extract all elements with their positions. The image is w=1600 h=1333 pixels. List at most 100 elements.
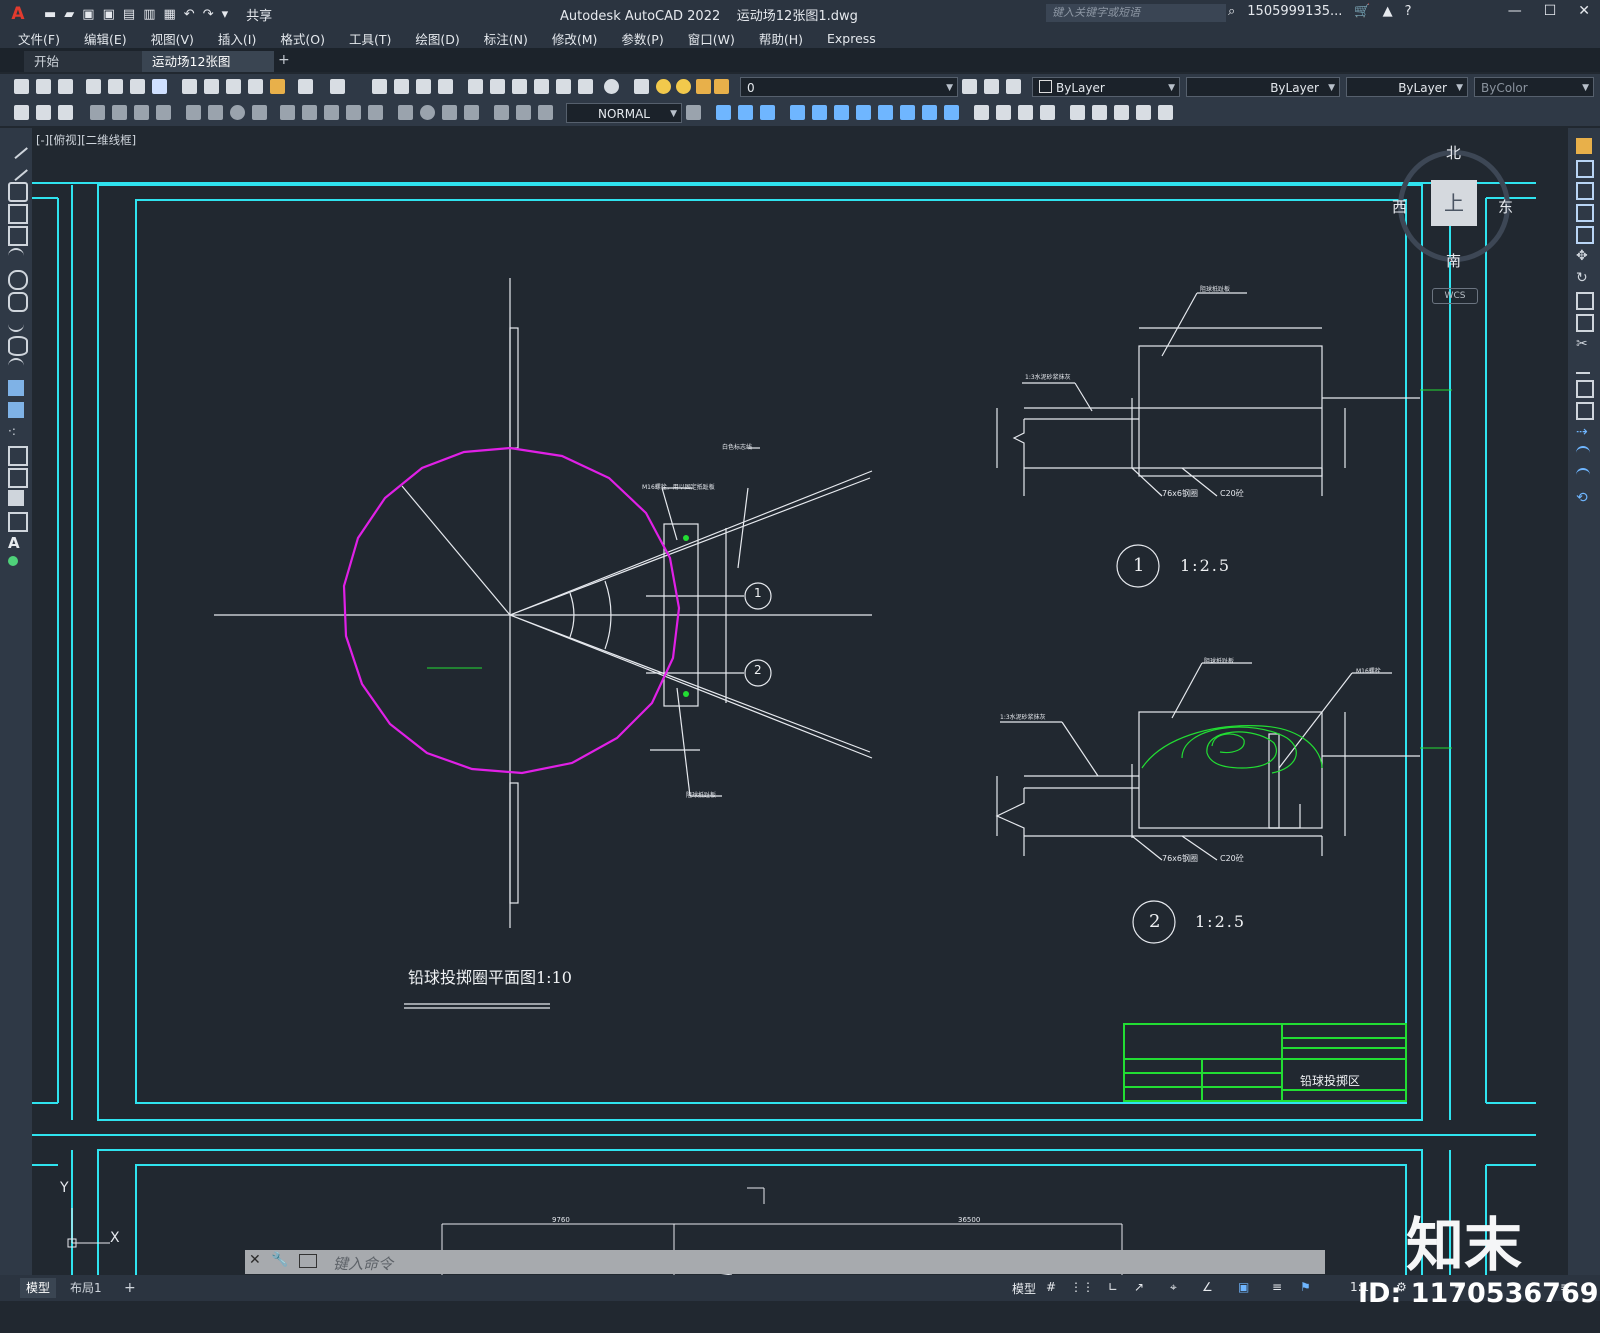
rotate-icon[interactable]: ↻: [1576, 270, 1588, 286]
sheet-set-icon[interactable]: [534, 79, 549, 94]
zoom-window-icon[interactable]: [416, 79, 431, 94]
layer-state-icon[interactable]: [1006, 79, 1021, 94]
dim-linear-icon[interactable]: [14, 105, 29, 120]
select-cycle-icon[interactable]: ▣: [1238, 1280, 1249, 1294]
menu-file[interactable]: 文件(F): [18, 29, 60, 48]
erase-icon[interactable]: [1576, 138, 1592, 154]
trim-icon[interactable]: ✂: [1576, 336, 1588, 352]
snap-icon[interactable]: ⋮⋮: [1070, 1280, 1094, 1294]
ellipse-arc-icon[interactable]: [8, 358, 24, 376]
lightbulb-icon[interactable]: [656, 79, 671, 94]
menu-modify[interactable]: 修改(M): [552, 29, 598, 48]
dim-jogged-icon[interactable]: [252, 105, 267, 120]
single-text-icon[interactable]: [538, 105, 553, 120]
osnap-icon[interactable]: ⌖: [1170, 1280, 1177, 1295]
hatch-icon[interactable]: [8, 446, 28, 466]
scale-icon[interactable]: [1576, 292, 1594, 310]
move-icon[interactable]: ✥: [1576, 248, 1588, 264]
linetype-dropdown[interactable]: ByLayer ▼: [1186, 77, 1340, 97]
dim-center-icon[interactable]: [230, 105, 245, 120]
iso-ne-icon[interactable]: [900, 105, 915, 120]
autocad-logo-icon[interactable]: A: [6, 3, 30, 25]
array-icon[interactable]: [1576, 226, 1594, 244]
open-icon[interactable]: [36, 79, 51, 94]
dim-style-icon[interactable]: [464, 105, 479, 120]
command-input[interactable]: 键入命令: [333, 1253, 393, 1274]
dim-angular-icon[interactable]: [186, 105, 201, 120]
make-current-layer-icon[interactable]: [962, 79, 977, 94]
region-icon[interactable]: [8, 490, 24, 506]
autodesk-icon[interactable]: ▲: [1383, 4, 1393, 19]
menu-draw[interactable]: 绘图(D): [415, 29, 459, 48]
cart-icon[interactable]: 🛒: [1354, 4, 1370, 19]
polygon-icon[interactable]: [8, 204, 28, 224]
ucs-face-icon[interactable]: [1040, 105, 1055, 120]
lineweight-dropdown[interactable]: ByLayer ▼: [1346, 77, 1468, 97]
layer-dropdown[interactable]: 0 ▼: [740, 77, 958, 97]
make-block-icon[interactable]: [8, 402, 24, 418]
menu-dimension[interactable]: 标注(N): [484, 29, 528, 48]
open-icon[interactable]: ▰: [64, 7, 74, 22]
arc-icon[interactable]: [8, 248, 24, 266]
text-style-icon[interactable]: [494, 105, 509, 120]
plotstyle-dropdown[interactable]: ByColor ▼: [1474, 77, 1594, 97]
help-icon[interactable]: [604, 79, 619, 94]
ucs-previous-icon[interactable]: [1018, 105, 1033, 120]
user-account[interactable]: 1505999135...: [1247, 4, 1342, 19]
iso-sw-icon[interactable]: [856, 105, 871, 120]
properties-icon[interactable]: [468, 79, 483, 94]
ucs-world-icon[interactable]: [996, 105, 1011, 120]
iso-se-icon[interactable]: [878, 105, 893, 120]
dim-ordinate-icon[interactable]: [134, 105, 149, 120]
layout-tab[interactable]: 布局1: [64, 1278, 108, 1298]
search-icon[interactable]: ⌕: [1228, 4, 1235, 19]
dim-text-edit-icon[interactable]: [420, 105, 435, 120]
extend-icon[interactable]: [1576, 358, 1590, 374]
minimize-button[interactable]: —: [1508, 3, 1522, 19]
copy-object-icon[interactable]: [1576, 160, 1594, 178]
point-icon[interactable]: ·:: [8, 424, 24, 440]
layer-properties-icon[interactable]: [634, 79, 649, 94]
drawing-canvas[interactable]: [-][俯视][二维线框] 铅球投掷圈平面图1:10 1 1:2.5 2 1:2…: [32, 128, 1568, 1275]
new-icon[interactable]: [14, 79, 29, 94]
polar-icon[interactable]: ↗: [1134, 1280, 1144, 1294]
save-as-icon[interactable]: ▣: [103, 7, 115, 22]
dim-break-icon[interactable]: [324, 105, 339, 120]
tool-palettes-icon[interactable]: [512, 79, 527, 94]
ucs-origin-icon[interactable]: [1114, 105, 1129, 120]
viewcube-west[interactable]: 西: [1392, 196, 1407, 217]
paste-icon[interactable]: [226, 79, 241, 94]
zoom-realtime-icon[interactable]: [394, 79, 409, 94]
dim-baseline-icon[interactable]: [90, 105, 105, 120]
spline-icon[interactable]: [8, 314, 24, 332]
viewcube-north[interactable]: 北: [1446, 142, 1461, 163]
dim-radius-icon[interactable]: [156, 105, 171, 120]
insert-block-icon[interactable]: [8, 380, 24, 396]
add-selected-icon[interactable]: [8, 556, 18, 566]
command-history-icon[interactable]: [299, 1254, 317, 1268]
camera-icon[interactable]: [944, 105, 959, 120]
dim-update-icon[interactable]: [442, 105, 457, 120]
freeze-icon[interactable]: [696, 79, 711, 94]
blend-icon[interactable]: [1576, 468, 1590, 484]
model-space-button[interactable]: 模型: [1012, 1280, 1036, 1297]
tab-document[interactable]: 运动场12张图1*×: [142, 51, 274, 90]
dim-aligned-icon[interactable]: [36, 105, 51, 120]
close-button[interactable]: ✕: [1578, 3, 1590, 19]
plot-icon[interactable]: [86, 79, 101, 94]
view-top-icon[interactable]: [716, 105, 731, 120]
undo-icon[interactable]: [298, 79, 313, 94]
lineweight-icon[interactable]: ≡: [1272, 1280, 1282, 1294]
undo-icon[interactable]: ↶: [184, 7, 195, 22]
dim-edit-icon[interactable]: [398, 105, 413, 120]
viewcube-south[interactable]: 南: [1446, 250, 1461, 271]
calculator-icon[interactable]: [578, 79, 593, 94]
viewcube-top[interactable]: 上: [1431, 180, 1477, 226]
menu-express[interactable]: Express: [827, 31, 876, 46]
view-front-icon[interactable]: [812, 105, 827, 120]
polyline-icon[interactable]: [8, 182, 28, 202]
ellipse-icon[interactable]: [8, 336, 28, 356]
new-icon[interactable]: ▬: [44, 7, 56, 22]
plot-preview-icon[interactable]: ▥: [143, 7, 155, 22]
revision-cloud-icon[interactable]: [8, 292, 28, 312]
